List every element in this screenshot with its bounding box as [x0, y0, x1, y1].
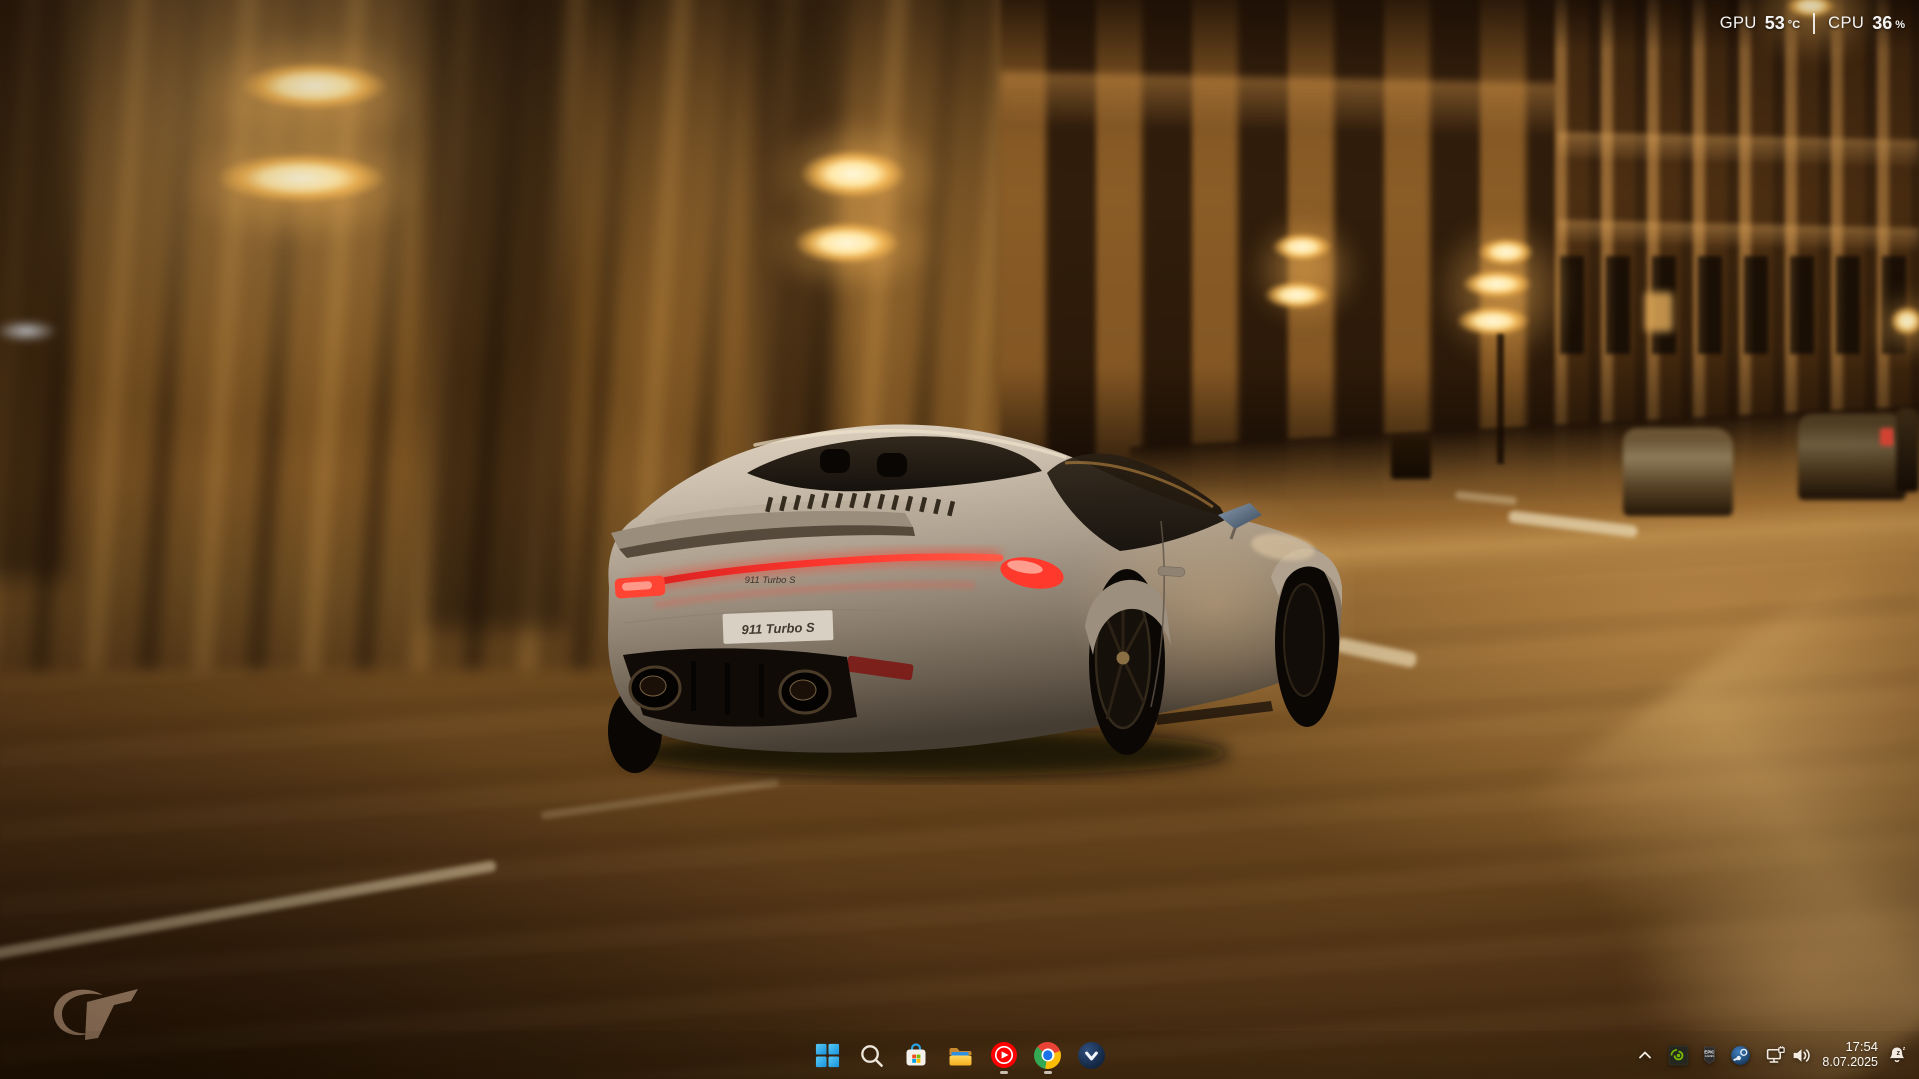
epic-games-icon: EPIC GAMES — [1703, 1046, 1715, 1064]
start-button[interactable] — [808, 1033, 848, 1077]
clock-date: 8.07.2025 — [1822, 1055, 1878, 1070]
speaker-volume-icon — [1793, 1048, 1810, 1062]
car-front-rim — [1283, 583, 1325, 697]
chrome-button[interactable] — [1028, 1033, 1068, 1077]
trash-bin — [1391, 437, 1431, 479]
chrome-icon-core — [1042, 1050, 1053, 1060]
microsoft-store-icon — [906, 1043, 925, 1066]
windows-start-icon — [815, 1043, 840, 1067]
car-headrest — [820, 449, 850, 473]
hidden-icons-button[interactable] — [1632, 1035, 1658, 1075]
building-column-shadow — [0, 0, 70, 580]
lamp-post — [1497, 334, 1504, 464]
volume-button[interactable] — [1788, 1035, 1814, 1075]
chrome-icon — [1034, 1041, 1061, 1069]
wall-lamp — [1272, 233, 1332, 261]
cpu-value: 36 — [1872, 13, 1893, 33]
lit-doorway — [1645, 292, 1673, 332]
running-indicator — [999, 1071, 1008, 1074]
taskbar: EPIC GAMES 17:54 8.07.2025 z z — [0, 1031, 1919, 1079]
steam-icon — [1730, 1045, 1750, 1065]
svg-text:z: z — [1897, 1049, 1901, 1057]
search-icon — [861, 1044, 883, 1067]
parked-car — [1896, 408, 1919, 492]
svg-text:EPIC: EPIC — [1704, 1049, 1715, 1054]
car-license-plate: 911 Turbo S — [722, 610, 834, 644]
clock-time: 17:54 — [1845, 1039, 1878, 1055]
desktop: 911 Turbo S 911 Turbo S GPU 53 °C CPU 36… — [0, 0, 1919, 1079]
gpu-value: 53 — [1764, 13, 1785, 33]
street-lamp-streak — [216, 153, 386, 203]
microsoft-store-button[interactable] — [896, 1033, 936, 1077]
search-button[interactable] — [852, 1033, 892, 1077]
notification-bell-button[interactable]: z z — [1883, 1035, 1911, 1075]
file-explorer-button[interactable] — [940, 1033, 980, 1077]
gpu-unit: °C — [1787, 18, 1801, 31]
cpu-label: CPU — [1828, 14, 1865, 32]
porsche-911-wallpaper-car: 911 Turbo S 911 Turbo S — [608, 424, 1355, 777]
parked-car — [1798, 414, 1906, 500]
hardware-monitor-overlay: GPU 53 °C CPU 36 % — [1720, 13, 1905, 34]
car-door-handle — [1157, 566, 1186, 577]
file-explorer-icon — [949, 1048, 971, 1066]
car-wheel-hub — [1116, 651, 1130, 665]
epic-games-tray-button[interactable]: EPIC GAMES — [1696, 1035, 1722, 1075]
bell-dnd-icon: z z — [1889, 1046, 1906, 1063]
car-exhaust-inner — [789, 679, 817, 701]
youtube-music-button[interactable] — [984, 1033, 1024, 1077]
tray-clock[interactable]: 17:54 8.07.2025 — [1822, 1039, 1878, 1070]
system-tray: EPIC GAMES 17:54 8.07.2025 z z — [1632, 1031, 1919, 1079]
light-streak — [0, 320, 58, 342]
svg-text:z: z — [1903, 1046, 1906, 1052]
nvidia-settings-icon — [1668, 1045, 1689, 1065]
wall-lamp — [1264, 281, 1330, 309]
cpu-unit: % — [1895, 18, 1905, 31]
svg-text:GAMES: GAMES — [1705, 1054, 1715, 1058]
gpu-label: GPU — [1719, 14, 1757, 32]
wall-lamp-halo — [1230, 195, 1380, 345]
wall-lamp — [1462, 270, 1532, 298]
street-lamp — [1890, 306, 1919, 336]
svg-text:911 Turbo S: 911 Turbo S — [741, 620, 815, 638]
taskbar-center-icons — [808, 1031, 1112, 1079]
wall-lamp — [1456, 306, 1530, 336]
parked-car-taillight — [1880, 428, 1894, 446]
v-app-button[interactable] — [1072, 1033, 1112, 1077]
street-lamp-streak — [240, 62, 388, 110]
wall-lamp — [1478, 238, 1534, 266]
car-exhaust-inner — [639, 675, 667, 697]
v-chevron-icon — [1078, 1041, 1105, 1069]
car-headrest — [877, 453, 907, 477]
overlay-divider — [1813, 13, 1816, 34]
parked-car — [1623, 428, 1733, 516]
youtube-music-icon — [990, 1042, 1017, 1068]
nvidia-tray-button[interactable] — [1664, 1035, 1692, 1075]
network-button[interactable] — [1762, 1035, 1788, 1075]
steam-tray-button[interactable] — [1726, 1035, 1754, 1075]
ethernet-network-icon — [1766, 1045, 1785, 1063]
street-lamp-streak — [794, 222, 900, 264]
car-badge-script: 911 Turbo S — [745, 575, 797, 586]
running-indicator — [1043, 1071, 1052, 1074]
chevron-up-icon — [1639, 1051, 1652, 1059]
